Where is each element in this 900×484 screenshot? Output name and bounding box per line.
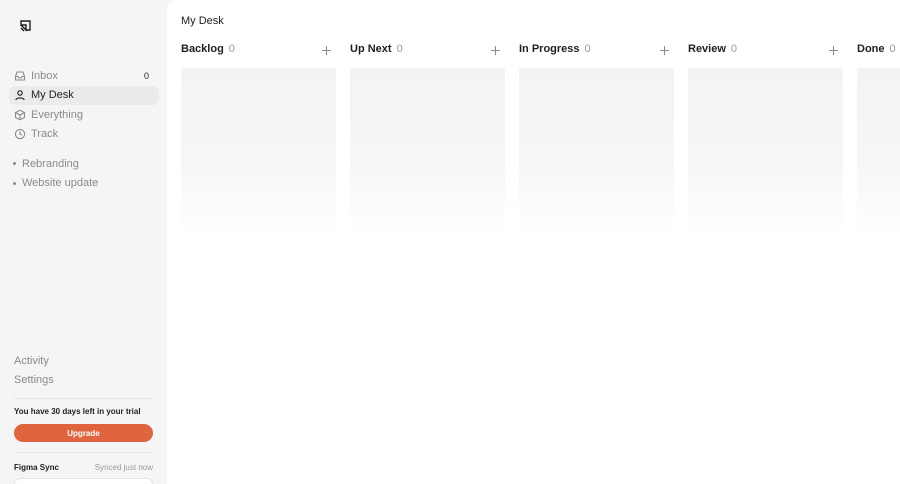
board-column-backlog: Backlog 0 xyxy=(181,0,336,484)
project-label: Rebranding xyxy=(22,157,79,170)
column-body[interactable] xyxy=(181,68,336,235)
column-title: Backlog xyxy=(181,43,224,55)
sync-status: Synced just now xyxy=(94,463,153,472)
column-body[interactable] xyxy=(350,68,505,235)
sidebar-item-label: Track xyxy=(31,128,59,141)
board-column-up-next: Up Next 0 xyxy=(350,0,505,484)
inbox-icon xyxy=(14,70,26,82)
column-count: 0 xyxy=(228,43,235,55)
sidebar-item-inbox[interactable]: Inbox 0 xyxy=(9,66,159,86)
column-header: Done 0 xyxy=(857,42,900,56)
column-count: 0 xyxy=(730,43,738,55)
cube-icon xyxy=(14,109,26,121)
sidebar-item-label: My Desk xyxy=(31,89,74,102)
activity-link[interactable]: Activity xyxy=(14,351,54,371)
column-title: Up Next xyxy=(350,43,392,55)
column-count: 0 xyxy=(396,43,403,55)
column-header: In Progress 0 xyxy=(519,42,674,56)
column-title: Review xyxy=(688,43,726,55)
bullet-icon xyxy=(13,162,16,166)
board-column-review: Review 0 xyxy=(688,0,843,484)
plus-icon[interactable] xyxy=(659,43,670,55)
divider xyxy=(14,452,153,453)
sidebar-nav: Inbox 0 My Desk Everything Track xyxy=(9,66,159,144)
project-label: Website update xyxy=(22,177,99,190)
app-logo-icon[interactable] xyxy=(19,19,33,33)
clock-icon xyxy=(14,128,26,140)
settings-link[interactable]: Settings xyxy=(14,371,54,391)
column-header: Backlog 0 xyxy=(181,42,336,56)
user-icon xyxy=(14,89,26,101)
sidebar-item-everything[interactable]: Everything xyxy=(9,105,159,125)
board-column-done: Done 0 xyxy=(857,0,900,484)
main-panel: My Desk Backlog 0 Up Next 0 In Progress … xyxy=(167,0,900,484)
inbox-count-badge: 0 xyxy=(143,70,149,81)
column-count: 0 xyxy=(584,43,591,55)
column-body[interactable] xyxy=(519,68,674,235)
sidebar-item-my-desk[interactable]: My Desk xyxy=(9,85,159,105)
sidebar: Inbox 0 My Desk Everything Track Rebrand… xyxy=(0,0,167,484)
upgrade-button[interactable]: Upgrade xyxy=(14,424,153,442)
figma-sync-label: Figma Sync xyxy=(14,463,59,472)
plus-icon[interactable] xyxy=(828,43,839,55)
sidebar-item-label: Inbox xyxy=(31,69,58,82)
project-list: Rebranding Website update xyxy=(13,154,98,193)
column-title: Done xyxy=(857,43,885,55)
project-item-website-update[interactable]: Website update xyxy=(13,174,98,194)
sidebar-item-track[interactable]: Track xyxy=(9,125,159,145)
bullet-icon xyxy=(13,181,16,185)
column-header: Review 0 xyxy=(688,42,843,56)
board-column-in-progress: In Progress 0 xyxy=(519,0,674,484)
trial-notice: You have 30 days left in your trial xyxy=(14,407,141,416)
column-body[interactable] xyxy=(688,68,843,235)
project-item-rebranding[interactable]: Rebranding xyxy=(13,154,98,174)
sync-panel[interactable] xyxy=(14,478,153,484)
column-header: Up Next 0 xyxy=(350,42,505,56)
column-body[interactable] xyxy=(857,68,900,235)
column-count: 0 xyxy=(889,43,896,55)
column-title: In Progress xyxy=(519,43,580,55)
plus-icon[interactable] xyxy=(321,43,332,55)
sidebar-item-label: Everything xyxy=(31,108,83,121)
bottom-nav: Activity Settings xyxy=(14,351,54,390)
plus-icon[interactable] xyxy=(490,43,501,55)
divider xyxy=(14,398,153,399)
